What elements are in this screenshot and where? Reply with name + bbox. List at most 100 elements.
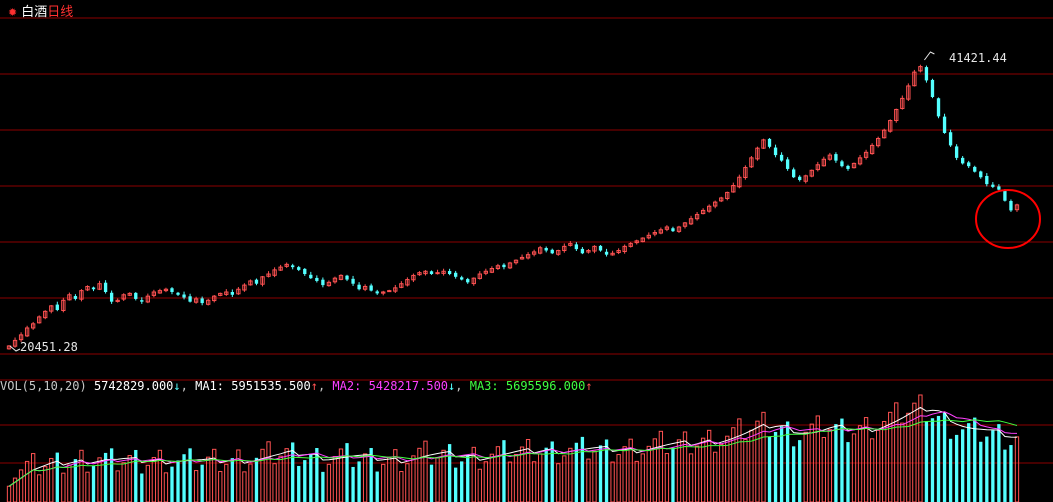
volume-bar-up (18, 469, 24, 502)
volume-bar-up (851, 433, 857, 502)
index-name: 白酒 (21, 5, 48, 20)
volume-bar-up (441, 449, 446, 502)
candle-down (798, 176, 802, 180)
candle-down (315, 277, 319, 281)
candle-down (924, 67, 929, 81)
volume-bar-down (55, 452, 59, 502)
volume-bar-down (798, 440, 802, 502)
candle-up (435, 272, 440, 275)
volume-bar-up (423, 440, 428, 502)
candle-down (997, 186, 1001, 190)
volume-bar-up (556, 463, 561, 502)
volume-bar-up (193, 470, 199, 502)
candle-down (170, 288, 174, 293)
volume-bar-up (266, 441, 271, 502)
chart-annotations (9, 51, 1041, 352)
volume-bar-up (863, 417, 869, 502)
period-label: 日线 (47, 5, 74, 20)
highlight-circle (975, 189, 1041, 249)
volume-bar-up (882, 420, 887, 502)
gear-icon[interactable]: ✹ (8, 6, 17, 19)
candle-down (291, 265, 295, 268)
volume-bar-down (140, 473, 144, 502)
volume-bar-up (513, 454, 519, 502)
volume-bar-down (315, 448, 319, 502)
ma2-line (8, 411, 1018, 487)
grid-lines (0, 17, 1053, 464)
candle-down (580, 248, 585, 254)
ma2-value: 5428217.500 (368, 379, 449, 393)
candle-down (598, 245, 603, 251)
ma2-label: MA2: (332, 379, 362, 393)
volume-bar-up (719, 443, 724, 502)
volume-bar-down (991, 430, 995, 502)
candle-down (134, 292, 138, 299)
candle-down (961, 157, 965, 164)
volume-bar-up (435, 456, 440, 502)
high-marker-arrow (924, 51, 935, 61)
volume-bar-up (381, 463, 386, 502)
candle-down (357, 284, 361, 290)
candle-down (230, 292, 234, 295)
candle-down (460, 277, 464, 280)
candle-down (834, 154, 838, 161)
candle-down (321, 279, 325, 286)
candle-down (55, 304, 59, 310)
volume-bar-up (761, 411, 766, 502)
candle-down (91, 287, 96, 290)
volume-bar-up (876, 429, 881, 502)
volume-bar-down (834, 424, 838, 502)
volume-bar-up (688, 453, 694, 502)
ma1-line (8, 406, 1018, 487)
volume-bar-down (785, 421, 790, 502)
candle-down (351, 278, 355, 284)
candle-down (1003, 190, 1007, 201)
candle-down (200, 298, 204, 304)
volume-bar-down (985, 436, 989, 502)
candle-down (767, 138, 772, 147)
volume-bar-up (610, 461, 615, 502)
volume-bar-down (254, 457, 259, 502)
volume-bar-up (640, 453, 645, 502)
candle-down (985, 175, 989, 185)
volume-bar-up (326, 463, 332, 502)
candle-down (176, 292, 180, 295)
volume-bar-up (85, 471, 90, 502)
volume-bar-up (694, 445, 700, 502)
candle-down (574, 244, 579, 250)
volume-bar-up (362, 453, 368, 502)
candlestick-chart (0, 17, 1053, 502)
ma3-value: 5695596.000 (505, 379, 586, 393)
volume-bar-up (803, 431, 808, 502)
candle-down (954, 146, 959, 158)
volume-bar-up (115, 470, 120, 502)
candle-down (73, 296, 78, 299)
volume-bar-up (206, 456, 211, 502)
volume-bar-down (767, 436, 772, 502)
volume-bar-down (840, 418, 844, 502)
volume-bar-up (405, 463, 410, 502)
volume-bar-up (43, 466, 48, 502)
candle-down (297, 267, 301, 270)
price-candles (6, 64, 1020, 350)
candle-up (387, 290, 392, 293)
volume-bar-up (658, 430, 664, 502)
ma3-line (8, 419, 1018, 487)
candle-down (550, 249, 554, 254)
volume-bar-up (682, 431, 688, 502)
volume-bar-down (773, 431, 778, 502)
candle-down (369, 285, 373, 291)
volume-bar-down (454, 467, 458, 502)
volume-bar-up (399, 471, 404, 502)
volume-bar-down (961, 429, 965, 502)
volume-bar-up (531, 461, 537, 502)
candle-down (846, 165, 850, 169)
volume-bar-up (489, 453, 495, 502)
ma1-value: 5951535.500 (231, 379, 311, 393)
volume-ma-lines (8, 406, 1018, 487)
volume-bar-down (997, 424, 1001, 502)
high-price-label: 41421.44 (949, 51, 1007, 65)
candle-down (188, 296, 192, 302)
volume-bar-down (550, 441, 554, 502)
candle-down (254, 279, 259, 284)
